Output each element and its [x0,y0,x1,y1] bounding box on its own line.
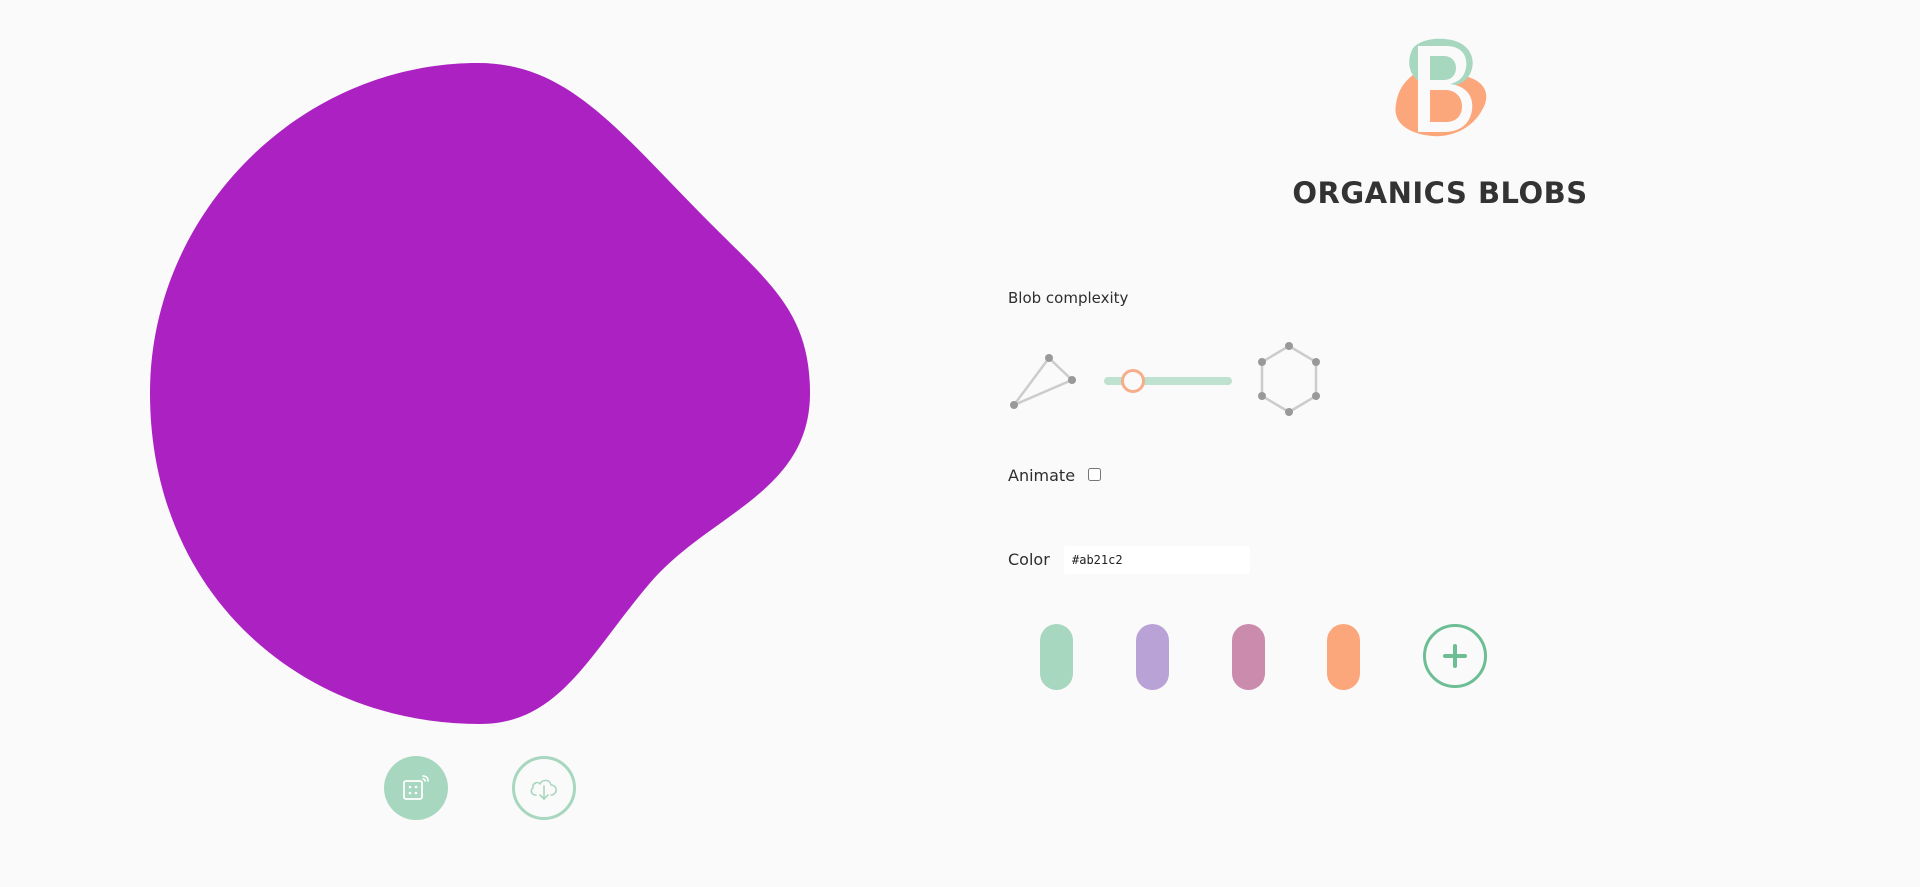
color-swatch[interactable] [1327,624,1360,690]
triangle-nodes-icon [1010,354,1076,409]
complexity-slider-thumb[interactable] [1121,369,1146,393]
color-input[interactable] [1064,546,1250,574]
organic-blobs-logo [1395,38,1487,137]
blob-preview-area [0,0,960,887]
hexagon-nodes-icon [1258,342,1320,416]
color-swatch[interactable] [1040,624,1073,690]
dice-icon [403,775,429,800]
add-color-button[interactable] [1423,624,1487,688]
complexity-slider[interactable] [1104,369,1232,393]
cloud-download-icon [530,779,557,800]
animate-label: Animate [1008,466,1076,485]
plus-icon [1443,644,1467,668]
blob-shape [150,63,810,724]
color-swatch[interactable] [1136,624,1169,690]
blob-path [150,63,810,724]
randomize-button[interactable] [384,756,448,820]
color-swatch[interactable] [1232,624,1265,690]
app-title: ORGANICS BLOBS [1292,176,1588,210]
complexity-label: Blob complexity [1008,289,1129,307]
app-root: ORGANICS BLOBS Blob complexity Animate C… [0,0,1920,887]
color-label: Color [1008,550,1050,569]
download-button[interactable] [512,756,576,820]
animate-checkbox[interactable] [1088,468,1101,481]
